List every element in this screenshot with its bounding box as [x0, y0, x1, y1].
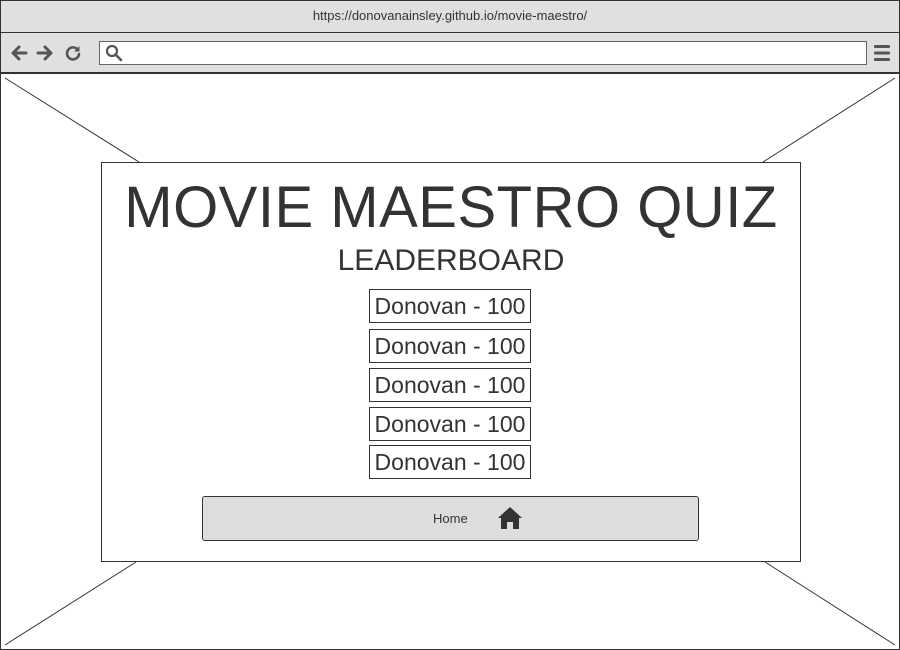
browser-toolbar: [1, 33, 899, 74]
search-icon: [105, 44, 123, 62]
leaderboard-entry: Donovan - 100: [369, 289, 531, 323]
back-button[interactable]: [9, 43, 29, 63]
page-viewport: MOVIE MAESTRO QUIZ LEADERBOARD Donovan -…: [1, 74, 899, 649]
reload-icon: [65, 46, 81, 61]
reload-button[interactable]: [63, 43, 83, 63]
home-button-label: Home: [433, 511, 468, 526]
forward-button[interactable]: [35, 43, 55, 63]
page-title: MOVIE MAESTRO QUIZ: [124, 175, 778, 240]
address-bar[interactable]: [99, 41, 867, 65]
leaderboard-entry: Donovan - 100: [369, 407, 531, 441]
browser-window: https://donovanainsley.github.io/movie-m…: [0, 0, 900, 650]
home-button[interactable]: Home: [202, 496, 699, 541]
leaderboard-entry: Donovan - 100: [369, 329, 531, 363]
url-text: https://donovanainsley.github.io/movie-m…: [312, 8, 588, 23]
leaderboard-entry: Donovan - 100: [369, 368, 531, 402]
browser-titlebar: https://donovanainsley.github.io/movie-m…: [1, 1, 899, 33]
leaderboard-panel: MOVIE MAESTRO QUIZ LEADERBOARD Donovan -…: [101, 162, 801, 562]
home-icon: [498, 507, 522, 529]
arrow-left-icon: [11, 45, 28, 61]
leaderboard-entry: Donovan - 100: [369, 445, 531, 479]
hamburger-menu-icon: [874, 45, 890, 61]
leaderboard-heading: LEADERBOARD: [337, 244, 565, 277]
browser-menu-button[interactable]: [873, 44, 891, 62]
arrow-right-icon: [36, 45, 53, 61]
